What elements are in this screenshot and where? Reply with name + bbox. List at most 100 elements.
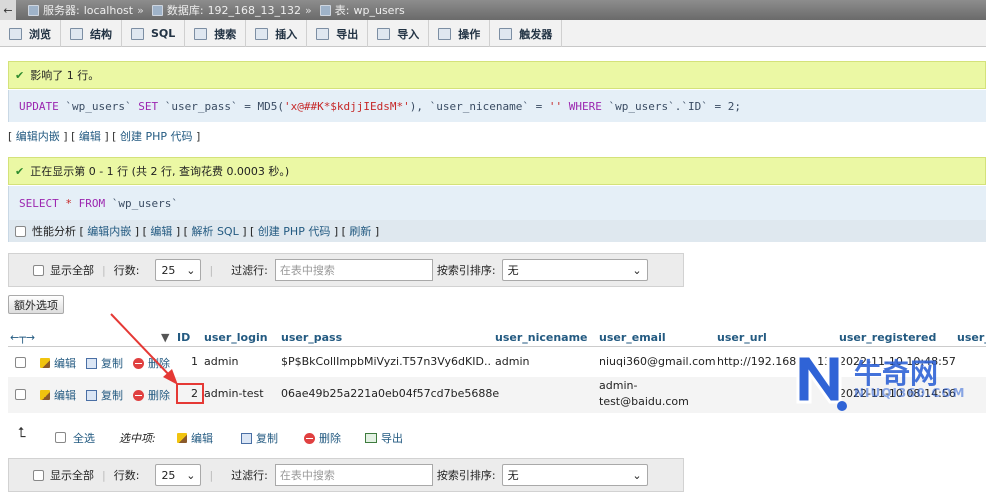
tab-label: 搜索 — [214, 27, 237, 41]
navigation-bar-top: 显示全部 | 行数: 25 ⌄ | 过滤行: 在表中搜索 按索引排序: 无 ⌄ — [8, 253, 684, 287]
create-php-link[interactable]: 创建 PHP 代码 — [120, 130, 193, 143]
column-header-user-pass[interactable]: user_pass — [281, 331, 342, 344]
delete-icon — [133, 357, 144, 369]
edit-inline-link[interactable]: 编辑内嵌 — [87, 223, 131, 239]
breadcrumb-server[interactable]: localhost — [84, 4, 133, 17]
column-header-user-login[interactable]: user_login — [204, 331, 268, 344]
sort-value: 无 — [507, 264, 519, 277]
row-checkbox[interactable] — [15, 357, 26, 368]
column-header-user-email[interactable]: user_email — [599, 331, 666, 344]
column-header-id[interactable]: ID — [177, 331, 190, 344]
tab-search[interactable]: 搜索 — [185, 20, 247, 47]
column-header-user-url[interactable]: user_url — [717, 331, 767, 344]
update-sql-query: UPDATE `wp_users` SET `user_pass` = MD5(… — [8, 90, 986, 122]
cell-user-nicename[interactable]: admin — [495, 355, 529, 368]
bracket: ] — [371, 224, 380, 238]
cell-user-login[interactable]: admin-test — [204, 387, 264, 400]
show-all-label: 显示全部 — [50, 264, 94, 277]
breadcrumb: ← 服务器: localhost » 数据库: 192_168_13_132 »… — [0, 0, 986, 20]
refresh-link[interactable]: 刷新 — [349, 223, 371, 239]
tab-triggers[interactable]: 触发器 — [490, 20, 563, 47]
bulk-edit-action[interactable]: 编辑 — [177, 430, 213, 446]
explain-sql-link[interactable]: 解析 SQL — [191, 223, 238, 239]
tab-label: 导入 — [397, 27, 420, 41]
bulk-export-label: 导出 — [381, 432, 403, 445]
profiling-checkbox[interactable] — [15, 225, 26, 237]
select-sql-query: SELECT * FROM `wp_users` — [8, 186, 986, 220]
sort-desc-icon[interactable]: ▼ — [161, 331, 169, 344]
check-all-label[interactable]: 全选 — [73, 430, 95, 446]
sort-select[interactable]: 无 ⌄ — [501, 259, 648, 281]
structure-icon — [70, 27, 83, 40]
cell-id[interactable]: 1 — [191, 355, 198, 368]
divider: | — [102, 468, 106, 482]
breadcrumb-separator: » — [305, 3, 312, 17]
show-all-checkbox[interactable] — [33, 469, 44, 481]
check-all-checkbox[interactable] — [55, 432, 66, 443]
tab-label: SQL — [151, 27, 176, 40]
sql-keyword: SET — [138, 99, 159, 113]
row-copy-action[interactable]: 复制 — [86, 355, 123, 371]
row-delete-label: 删除 — [148, 357, 170, 370]
tab-browse[interactable]: 浏览 — [0, 20, 61, 47]
select-query-links: 性能分析 [ 编辑内嵌 ] [ 编辑 ] [ 解析 SQL ] [ 创建 PHP… — [8, 220, 986, 242]
sort-select[interactable]: 无 ⌄ — [501, 464, 648, 486]
bulk-copy-action[interactable]: 复制 — [241, 430, 278, 446]
operations-icon — [438, 27, 452, 40]
rows-select[interactable]: 25 ⌄ — [155, 259, 202, 281]
row-checkbox[interactable] — [15, 389, 26, 400]
edit-inline-link[interactable]: 编辑内嵌 — [16, 130, 60, 143]
row-edit-action[interactable]: 编辑 — [40, 355, 76, 371]
update-query-links: [ 编辑内嵌 ] [ 编辑 ] [ 创建 PHP 代码 ] — [8, 128, 200, 144]
tab-operations[interactable]: 操作 — [429, 20, 491, 47]
edit-link[interactable]: 编辑 — [79, 130, 101, 143]
column-header-user-nicename[interactable]: user_nicename — [495, 331, 588, 344]
main-menu: 浏览 结构 SQL 搜索 插入 导出 导入 操作 触发器 — [0, 20, 986, 47]
pencil-icon — [177, 433, 187, 443]
breadcrumb-database[interactable]: 192_168_13_132 — [208, 4, 301, 17]
tab-import[interactable]: 导入 — [368, 20, 430, 47]
row-edit-action[interactable]: 编辑 — [40, 387, 76, 403]
back-arrow-icon[interactable]: ← — [0, 0, 16, 20]
database-icon — [151, 4, 163, 16]
row-copy-label: 复制 — [101, 389, 123, 402]
breadcrumb-table[interactable]: wp_users — [354, 4, 405, 17]
column-toggle-arrows[interactable]: ←┬→ — [10, 331, 35, 344]
bulk-delete-label: 删除 — [319, 432, 341, 445]
rows-select[interactable]: 25 ⌄ — [155, 464, 202, 486]
sql-identifier: ), `user_nicename` = — [409, 99, 549, 113]
tab-export[interactable]: 导出 — [307, 20, 369, 47]
create-php-link[interactable]: 创建 PHP 代码 — [258, 223, 331, 239]
row-delete-action[interactable]: 删除 — [133, 355, 170, 371]
filter-input[interactable]: 在表中搜索 — [274, 259, 433, 281]
bulk-export-action[interactable]: 导出 — [365, 430, 403, 446]
bulk-delete-action[interactable]: 删除 — [304, 430, 341, 446]
filter-input[interactable]: 在表中搜索 — [274, 464, 433, 486]
import-icon — [377, 27, 391, 40]
cell-user-email-line1[interactable]: admin- — [599, 379, 637, 392]
extra-options-button[interactable]: 额外选项 — [8, 295, 64, 314]
show-all-checkbox[interactable] — [33, 264, 44, 276]
cell-user-email[interactable]: niuqi360@gmail.com — [599, 355, 716, 368]
row-copy-label: 复制 — [101, 357, 123, 370]
cell-user-pass[interactable]: $P$BkCollImpbMiVyzi.T57n3Vy6dKID.. — [281, 355, 491, 368]
check-icon: ✔ — [15, 68, 25, 82]
bracket: ] [ — [172, 224, 192, 238]
insert-icon — [255, 27, 269, 40]
row-delete-action[interactable]: 删除 — [133, 387, 170, 403]
tab-sql[interactable]: SQL — [122, 20, 186, 47]
cell-user-email-line2[interactable]: test@baidu.com — [599, 395, 689, 408]
filter-label: 过滤行: — [231, 469, 268, 482]
sql-space — [562, 100, 569, 113]
chevron-down-icon: ⌄ — [632, 263, 642, 277]
search-icon — [194, 27, 208, 40]
row-copy-action[interactable]: 复制 — [86, 387, 123, 403]
edit-link[interactable]: 编辑 — [150, 223, 172, 239]
tab-structure[interactable]: 结构 — [61, 20, 122, 47]
cell-user-login[interactable]: admin — [204, 355, 238, 368]
tab-insert[interactable]: 插入 — [246, 20, 308, 47]
bulk-edit-label: 编辑 — [191, 432, 213, 445]
sql-star: * — [65, 196, 72, 210]
cell-user-pass[interactable]: 06ae49b25a221a0eb04f57cd7be5688e — [281, 387, 499, 400]
row-edit-label: 编辑 — [54, 389, 76, 402]
